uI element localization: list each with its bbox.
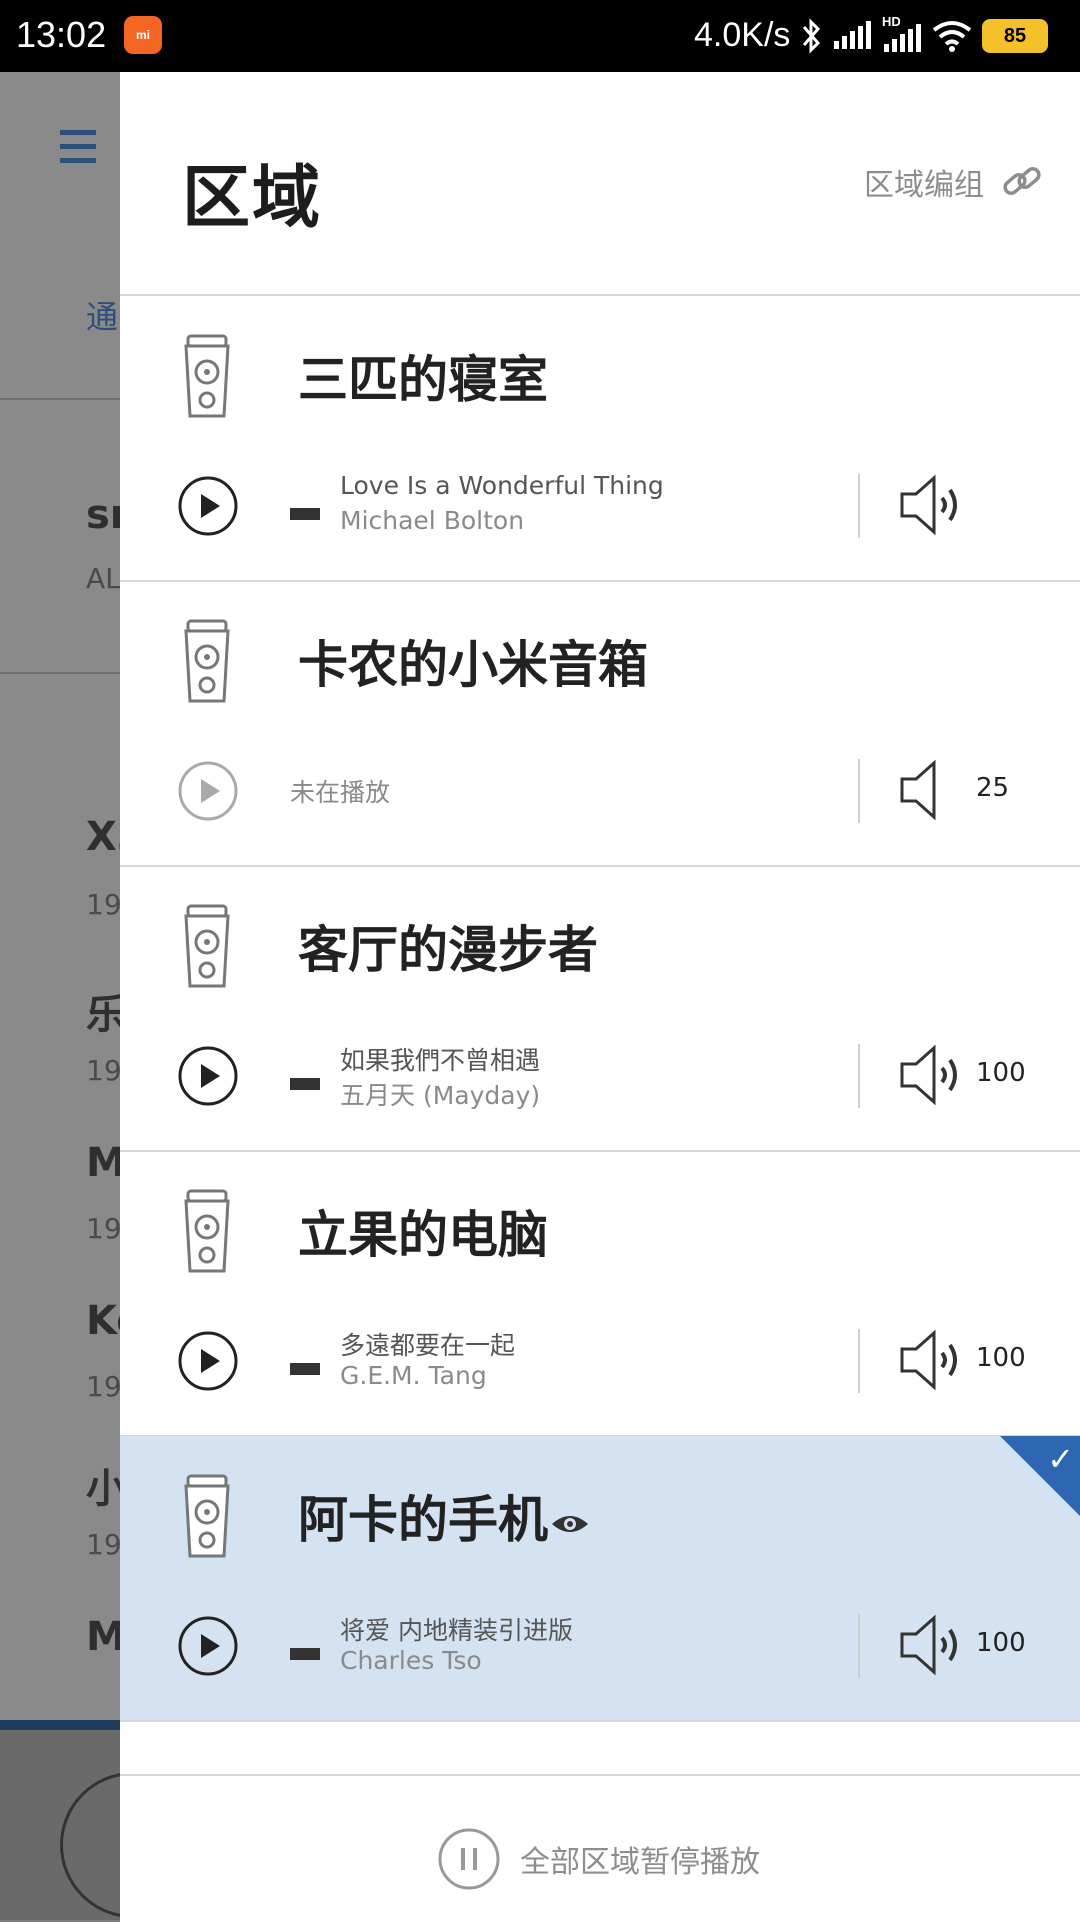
zone-row[interactable]: 客厅的漫步者 如果我們不曾相遇 五月天 (Mayday) 100 [120, 866, 1080, 1152]
network-speed: 4.0K/s [694, 16, 791, 54]
now-playing-indicator [290, 1363, 320, 1375]
volume-icon[interactable] [898, 757, 968, 823]
volume-icon[interactable] [898, 472, 968, 538]
track-title: 多遠都要在一起 [340, 1331, 516, 1360]
zone-name: 三匹的寝室 [298, 351, 548, 409]
battery-icon: 85 [982, 19, 1048, 53]
zone-name: 卡农的小米音箱 [298, 636, 648, 694]
zone-name-wrapper: 阿卡的手机 [298, 1480, 590, 1552]
system-icons: HD 85 [800, 14, 1048, 58]
background-row-sub: 19 [86, 1054, 120, 1087]
mi-app-icon: mi [124, 16, 162, 54]
volume-icon[interactable] [898, 1327, 968, 1393]
status-bar: 13:02 mi 4.0K/s HD 85 [0, 0, 1080, 72]
speaker-icon [184, 1189, 230, 1273]
track-title: 将爱 内地精装引进版 [340, 1616, 573, 1645]
zone-row-selected[interactable]: ✓ 阿卡的手机 将爱 内地精装引进版 Charles Tso 100 [120, 1436, 1080, 1722]
clock: 13:02 [16, 14, 107, 55]
hd-signal-icon: HD [882, 14, 922, 54]
bluetooth-icon [802, 18, 821, 54]
speaker-icon [184, 334, 230, 418]
volume-level: 100 [976, 1058, 1026, 1088]
track-artist: Michael Bolton [340, 506, 525, 535]
zone-row[interactable]: 三匹的寝室 Love Is a Wonderful Thing Michael … [120, 296, 1080, 582]
now-playing-indicator [290, 1078, 320, 1090]
pause-all-label: 全部区域暂停播放 [520, 1845, 760, 1880]
background-row-sub: 19 [86, 1370, 120, 1403]
now-playing-indicator [290, 1648, 320, 1660]
volume-icon[interactable] [898, 1612, 968, 1678]
play-button[interactable] [178, 1616, 238, 1676]
now-playing-indicator [290, 508, 320, 520]
background-row-sub: 19 [86, 888, 120, 921]
volume-level: 25 [976, 773, 1010, 803]
background-row-sub: AL [86, 562, 120, 595]
menu-icon [60, 130, 96, 172]
zone-row[interactable]: 卡农的小米音箱 未在播放 25 [120, 581, 1080, 867]
background-row-sub: 19 [86, 1212, 120, 1245]
volume-level: 100 [976, 1343, 1026, 1373]
background-row-title: X3 [86, 814, 120, 860]
zone-name: 阿卡的手机 [298, 1491, 548, 1549]
speaker-icon [184, 619, 230, 703]
play-button[interactable] [178, 476, 238, 536]
play-button[interactable] [178, 761, 238, 821]
pause-all-button[interactable]: 全部区域暂停播放 [438, 1828, 760, 1890]
panel-header: 区域 区域编组 [120, 72, 1080, 296]
play-button[interactable] [178, 1046, 238, 1106]
background-row-title: 乐 [86, 992, 120, 1038]
panel-footer: 全部区域暂停播放 [120, 1774, 1080, 1922]
playback-status: 未在播放 [290, 778, 391, 807]
background-row-title: M [86, 1614, 120, 1660]
play-button[interactable] [178, 1331, 238, 1391]
volume-level: 100 [976, 1628, 1026, 1658]
track-title: 如果我們不曾相遇 [340, 1046, 541, 1075]
zones-panel: 区域 区域编组 三匹的寝室 Love Is a Wonderful Thing … [120, 72, 1080, 1922]
zone-name: 客厅的漫步者 [298, 921, 598, 979]
zone-name: 立果的电脑 [298, 1206, 548, 1264]
speaker-icon [184, 904, 230, 988]
background-row-sub: 19 [86, 1528, 120, 1561]
wifi-icon [932, 21, 972, 52]
track-artist: Charles Tso [340, 1646, 482, 1675]
eye-icon [552, 1515, 588, 1532]
background-row-title: sn [86, 492, 120, 538]
track-artist: G.E.M. Tang [340, 1361, 487, 1390]
volume-icon[interactable] [898, 1042, 968, 1108]
page-title: 区域 [182, 159, 323, 238]
zone-row[interactable]: 立果的电脑 多遠都要在一起 G.E.M. Tang 100 [120, 1151, 1080, 1437]
check-icon: ✓ [1047, 1440, 1074, 1478]
zone-group-label: 区域编组 [864, 168, 984, 203]
background-tab: 通 [86, 298, 119, 336]
background-row-title: Ko [86, 1298, 120, 1344]
background-row-title: 小 [86, 1466, 120, 1512]
background-row-title: M [86, 1140, 120, 1186]
signal-icon [834, 21, 871, 49]
track-title: Love Is a Wonderful Thing [340, 471, 664, 500]
speaker-icon [184, 1474, 230, 1558]
zone-group-button[interactable]: 区域编组 [864, 160, 1044, 204]
background-app: 通 sn AL X3 19 乐 19 M 19 Ko 19 小 19 M [0, 72, 120, 1920]
pause-icon [438, 1828, 500, 1890]
track-artist: 五月天 (Mayday) [340, 1081, 541, 1110]
link-icon [1003, 167, 1041, 195]
